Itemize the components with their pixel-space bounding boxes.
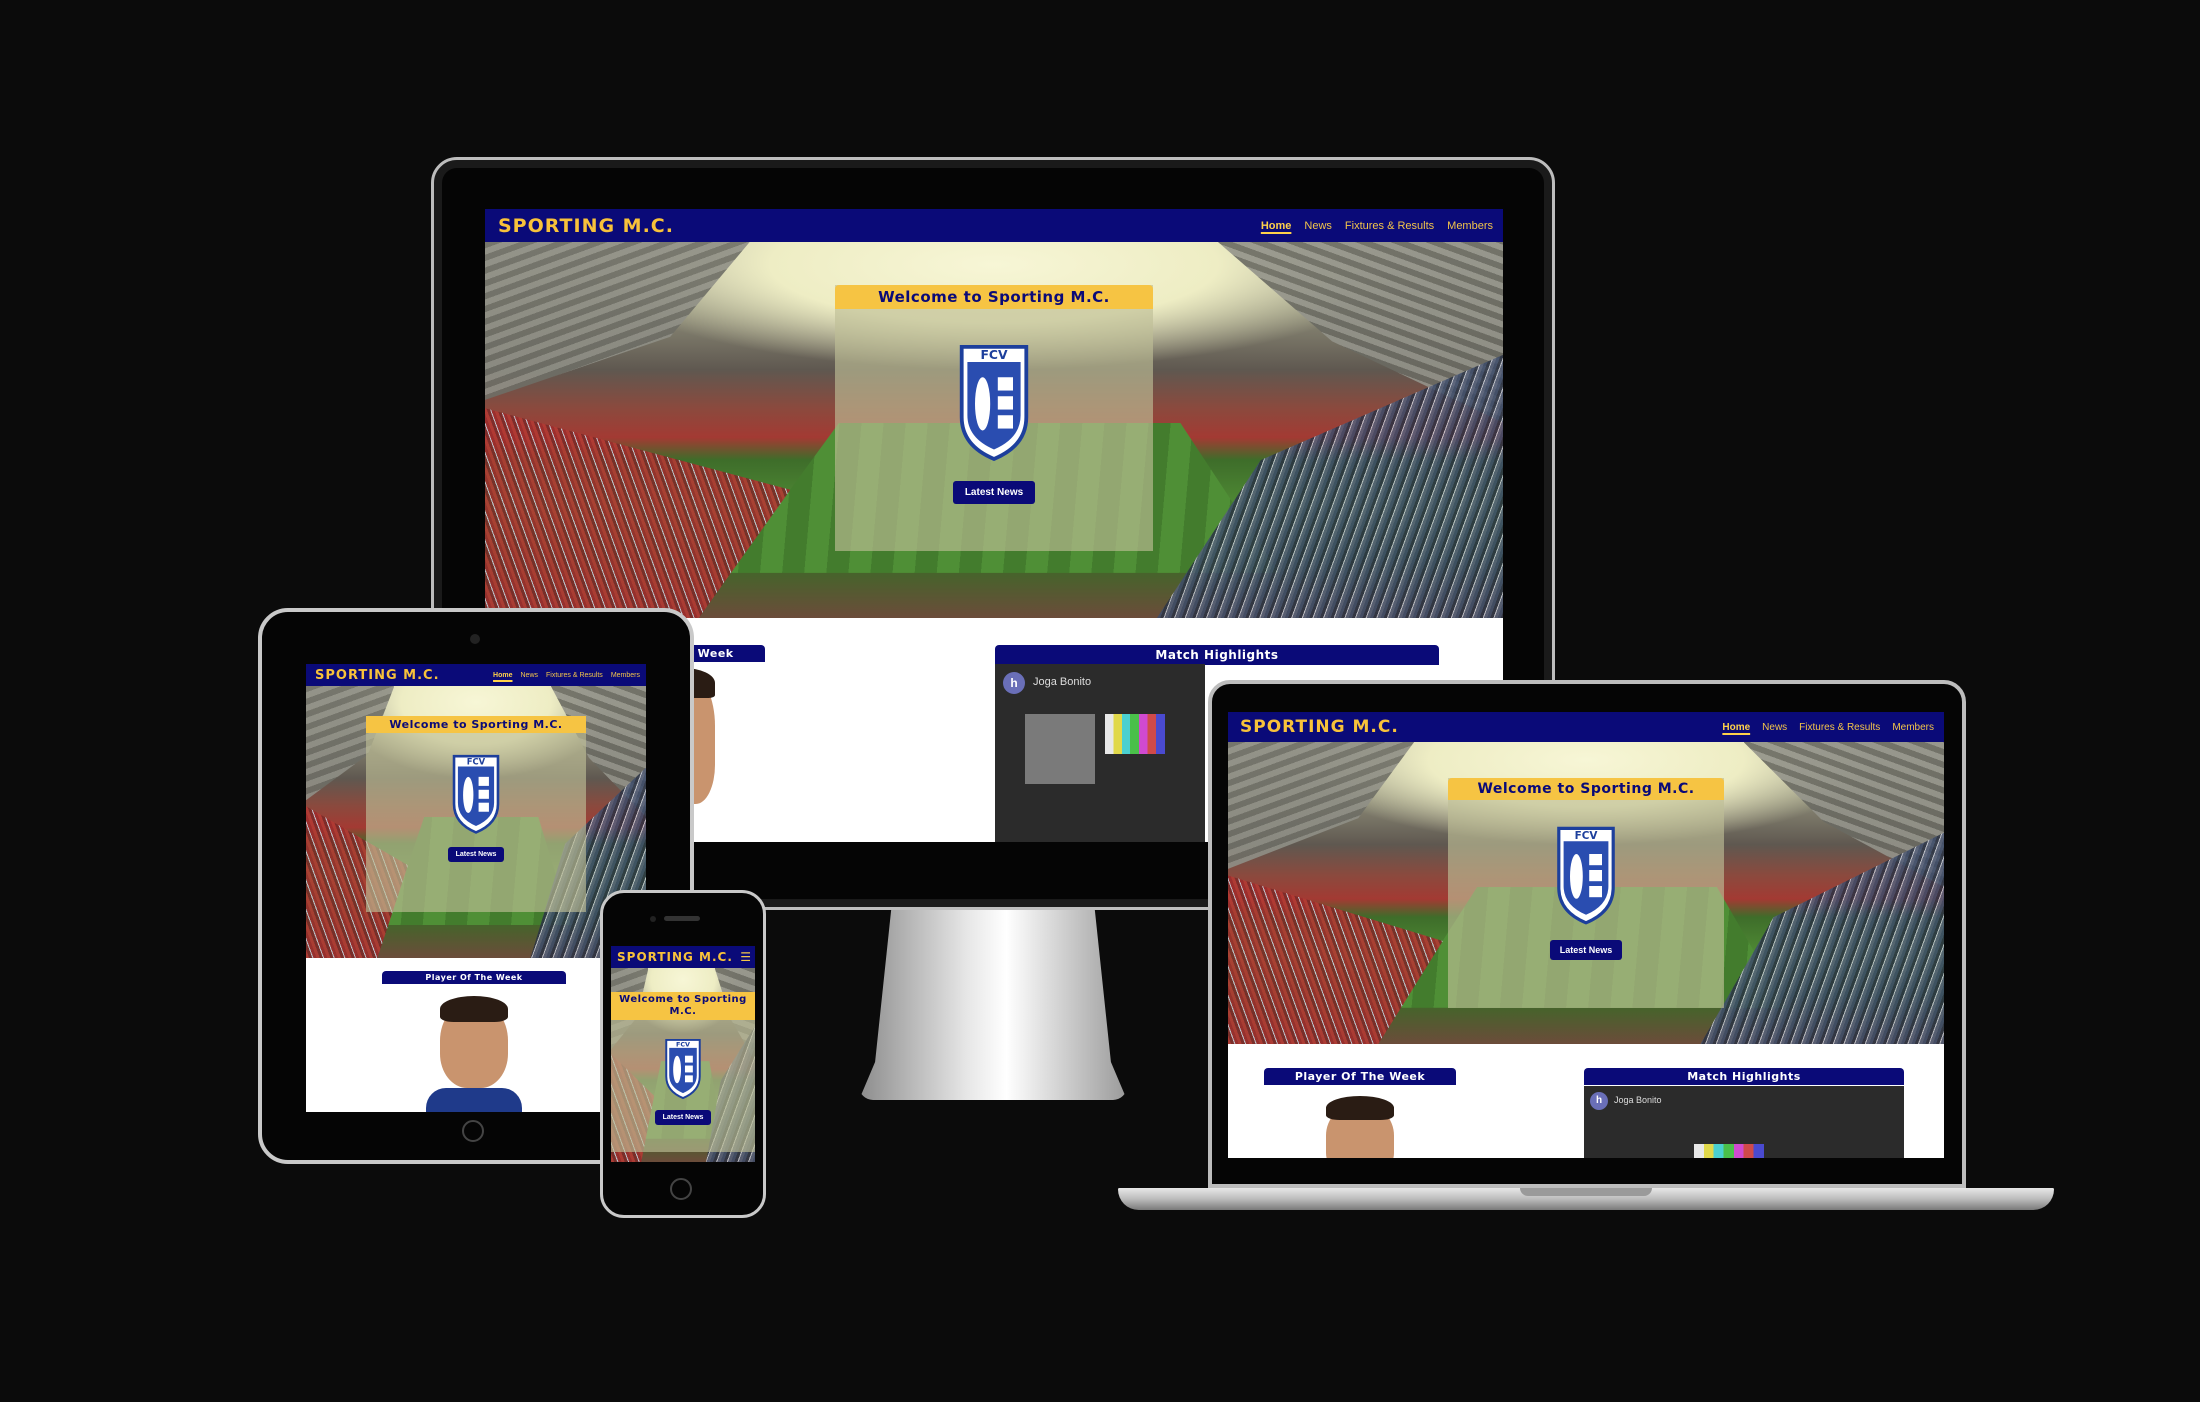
club-crest-icon: FCV [452,754,500,834]
welcome-panel: Welcome to Sporting M.C. FCV Latest News [366,716,586,912]
svg-text:FCV: FCV [676,1040,690,1048]
svg-text:FCV: FCV [980,348,1007,362]
video-channel-avatar: h [1003,672,1025,694]
nav-news[interactable]: News [1762,722,1787,733]
phone-home-button[interactable] [670,1178,692,1200]
nav-members[interactable]: Members [611,672,640,679]
video-channel-avatar: h [1590,1092,1608,1110]
video-title: Joga Bonito [1614,1095,1662,1105]
laptop-screen: SPORTING M.C. Home News Fixtures & Resul… [1228,712,1944,1158]
navbar: SPORTING M.C. Home News Fixtures & Resul… [485,209,1503,242]
welcome-title-line1: Welcome to Sporting [619,994,747,1005]
smartphone: SPORTING M.C. ☰ Welcome to Sporting M.C.… [600,890,766,1218]
hero-stadium-image: Welcome to Sporting M.C. FCV Latest News [1228,742,1944,1044]
hero-stadium-image: Welcome to Sporting M.C. FCV Latest News [485,242,1503,618]
nav-home[interactable]: Home [1722,722,1750,733]
nav-members[interactable]: Members [1892,722,1934,733]
nav-menu: Home News Fixtures & Results Members [1261,220,1493,232]
latest-news-button[interactable]: Latest News [1549,940,1623,960]
hero-stadium-image: Welcome to Sporting M.C. FCV Latest News [306,686,646,958]
welcome-panel: Welcome to Sporting M.C. FCV Latest News [1448,778,1724,1008]
tablet-home-button[interactable] [462,1120,484,1142]
welcome-panel: Welcome to Sporting M.C. FCV Latest News [611,992,755,1152]
brand-logo-text[interactable]: SPORTING M.C. [617,950,733,964]
welcome-title: Welcome to Sporting M.C. [611,992,755,1020]
nav-home[interactable]: Home [493,672,512,679]
highlights-section-heading: Match Highlights [995,645,1439,665]
nav-fixtures[interactable]: Fixtures & Results [546,672,603,679]
club-crest-icon: FCV [959,344,1029,462]
latest-news-button[interactable]: Latest News [654,1110,712,1125]
tablet-camera [470,634,480,644]
nav-home[interactable]: Home [1261,220,1292,232]
video-title: Joga Bonito [1033,676,1092,688]
match-highlights-video[interactable]: h Joga Bonito [1584,1086,1904,1158]
navbar: SPORTING M.C. ☰ [611,946,755,968]
welcome-title: Welcome to Sporting M.C. [835,285,1153,309]
nav-menu: Home News Fixtures & Results Members [493,672,640,679]
nav-members[interactable]: Members [1447,220,1493,232]
latest-news-button[interactable]: Latest News [447,847,505,862]
nav-news[interactable]: News [1304,220,1332,232]
welcome-title: Welcome to Sporting M.C. [1448,778,1724,800]
monitor-stand [859,910,1127,1100]
phone-screen: SPORTING M.C. ☰ Welcome to Sporting M.C.… [611,946,755,1162]
player-section-heading: Player Of The Week [1264,1068,1456,1085]
svg-text:FCV: FCV [467,757,486,767]
club-crest-icon: FCV [665,1038,701,1100]
brand-logo-text[interactable]: SPORTING M.C. [1240,717,1399,737]
nav-menu: Home News Fixtures & Results Members [1722,722,1934,733]
latest-news-button[interactable]: Latest News [952,481,1036,504]
player-photo [1312,1086,1408,1158]
hamburger-icon[interactable]: ☰ [740,951,751,963]
laptop-notch [1520,1188,1652,1196]
welcome-title-line2: M.C. [669,1006,697,1017]
brand-logo-text[interactable]: SPORTING M.C. [315,668,440,683]
nav-fixtures[interactable]: Fixtures & Results [1345,220,1434,232]
navbar: SPORTING M.C. Home News Fixtures & Resul… [306,664,646,686]
tablet-screen: SPORTING M.C. Home News Fixtures & Resul… [306,664,646,1112]
laptop: SPORTING M.C. Home News Fixtures & Resul… [1118,680,2054,1228]
hero-stadium-image: Welcome to Sporting M.C. FCV Latest News [611,968,755,1162]
highlights-section-heading: Match Highlights [1584,1068,1904,1085]
player-photo [426,986,522,1112]
welcome-title: Welcome to Sporting M.C. [366,716,586,733]
phone-camera [650,916,656,922]
phone-speaker [664,916,700,921]
navbar: SPORTING M.C. Home News Fixtures & Resul… [1228,712,1944,742]
nav-fixtures[interactable]: Fixtures & Results [1799,722,1880,733]
brand-logo-text[interactable]: SPORTING M.C. [498,215,674,237]
svg-text:FCV: FCV [1575,830,1598,842]
player-section-heading: Player Of The Week [382,971,566,984]
welcome-panel: Welcome to Sporting M.C. FCV Latest News [835,285,1153,551]
club-crest-icon: FCV [1557,826,1615,925]
nav-news[interactable]: News [521,672,539,679]
